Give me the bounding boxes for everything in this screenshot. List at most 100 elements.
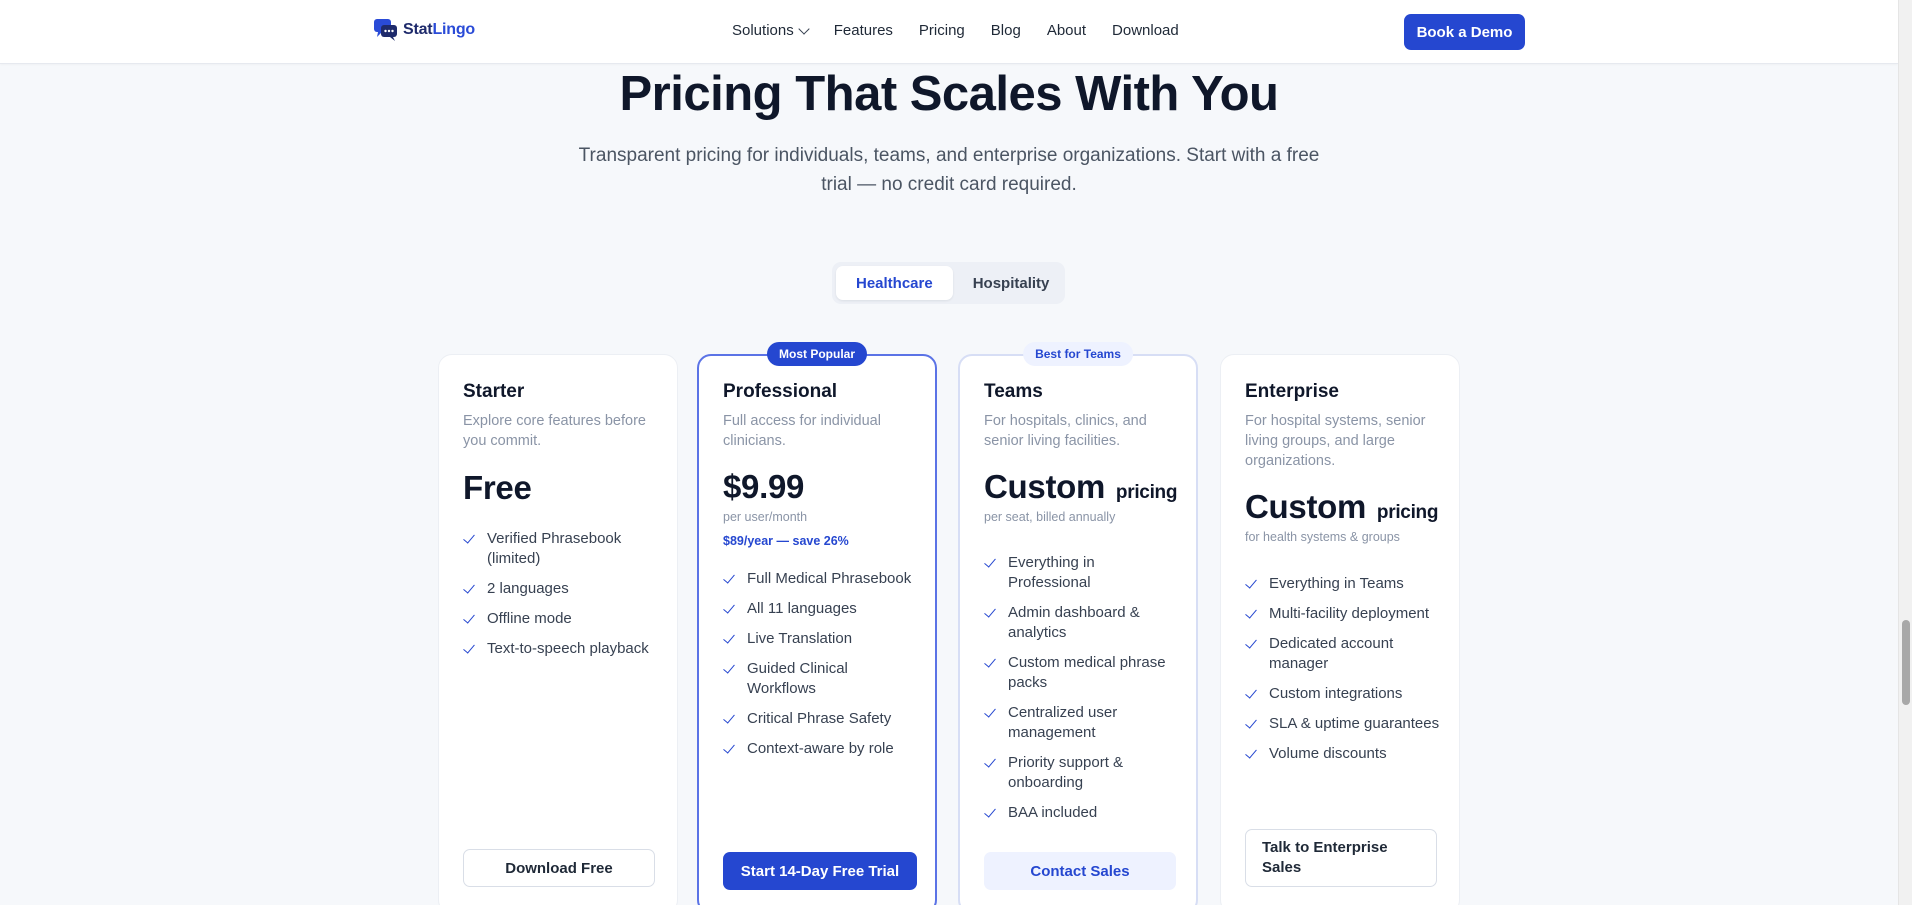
check-icon xyxy=(984,653,998,673)
toggle-healthcare[interactable]: Healthcare xyxy=(836,266,953,300)
plan-description: For hospitals, clinics, and senior livin… xyxy=(984,413,1147,449)
nav-features[interactable]: Features xyxy=(834,22,893,39)
best-for-teams-badge: Best for Teams xyxy=(1023,342,1133,366)
nav-label: Features xyxy=(833,22,893,39)
download-free-button[interactable]: Download Free xyxy=(463,849,655,887)
check-icon xyxy=(984,753,998,773)
page-subtitle: Transparent pricing for individuals, tea… xyxy=(578,145,1320,195)
plan-description: Full access for individual clinicians. xyxy=(723,413,881,449)
check-icon xyxy=(984,803,998,823)
feature-item: Everything in Teams xyxy=(1245,574,1441,594)
nav-label: About xyxy=(1046,22,1087,39)
toggle-hospitality[interactable]: Hospitality xyxy=(953,266,1070,300)
plan-name: Starter xyxy=(463,381,525,402)
plan-price: Custom pricing xyxy=(1245,488,1439,525)
plan-price: Custom pricing xyxy=(984,468,1178,505)
check-icon xyxy=(463,609,477,629)
check-icon xyxy=(463,639,477,659)
page-scrollbar[interactable] xyxy=(1898,0,1912,905)
page-title: Pricing That Scales With You xyxy=(619,67,1279,121)
feature-item: Text-to-speech playback xyxy=(463,639,659,659)
industry-toggle: Healthcare Hospitality xyxy=(832,262,1065,304)
feature-item: Guided Clinical Workflows xyxy=(723,659,917,699)
feature-item: Everything in Professional xyxy=(984,553,1178,593)
check-icon xyxy=(723,709,737,729)
feature-item: Priority support & onboarding xyxy=(984,753,1178,793)
scrollbar-thumb[interactable] xyxy=(1902,620,1910,705)
start-trial-button[interactable]: Start 14-Day Free Trial xyxy=(723,852,917,890)
check-icon xyxy=(723,569,737,589)
annual-savings: $89/year — save 26% xyxy=(723,534,849,548)
feature-item: All 11 languages xyxy=(723,599,917,619)
plan-price: $9.99 xyxy=(723,468,805,505)
check-icon xyxy=(984,603,998,623)
feature-item: BAA included xyxy=(984,803,1178,823)
plan-description: For hospital systems, senior living grou… xyxy=(1245,413,1426,469)
contact-sales-button[interactable]: Contact Sales xyxy=(984,852,1176,890)
feature-item: Verified Phrasebook (limited) xyxy=(463,529,659,569)
feature-list: Everything in Teams Multi-facility deplo… xyxy=(1245,574,1441,774)
feature-item: SLA & uptime guarantees xyxy=(1245,714,1441,734)
feature-item: Offline mode xyxy=(463,609,659,629)
feature-item: Multi-facility deployment xyxy=(1245,604,1441,624)
plan-card-starter: Starter Explore core features before you… xyxy=(438,354,678,905)
check-icon xyxy=(1245,684,1259,704)
plan-description: Explore core features before you commit. xyxy=(463,413,646,449)
nav-pricing[interactable]: Pricing xyxy=(919,22,965,39)
nav-solutions[interactable]: Solutions xyxy=(732,22,810,39)
feature-item: Volume discounts xyxy=(1245,744,1441,764)
check-icon xyxy=(1245,714,1259,734)
check-icon xyxy=(463,579,477,599)
top-navigation-bar: StatLingo Solutions Features Pricing Blo… xyxy=(0,0,1898,64)
main-nav: Solutions Features Pricing Blog About Do… xyxy=(732,22,1179,39)
check-icon xyxy=(723,629,737,649)
check-icon xyxy=(1245,634,1259,654)
plan-card-teams: Best for Teams Teams For hospitals, clin… xyxy=(958,342,1198,905)
check-icon xyxy=(723,599,737,619)
feature-item: Critical Phrase Safety xyxy=(723,709,917,729)
feature-item: Live Translation xyxy=(723,629,917,649)
check-icon xyxy=(463,529,477,549)
feature-list: Everything in Professional Admin dashboa… xyxy=(984,553,1178,833)
check-icon xyxy=(1245,744,1259,764)
logo[interactable]: StatLingo xyxy=(373,18,475,42)
nav-about[interactable]: About xyxy=(1047,22,1086,39)
nav-label: Pricing xyxy=(918,22,965,39)
chevron-down-icon xyxy=(798,22,810,35)
check-icon xyxy=(723,659,737,679)
feature-list: Full Medical Phrasebook All 11 languages… xyxy=(723,569,917,769)
feature-item: Custom integrations xyxy=(1245,684,1441,704)
logo-text: StatLingo xyxy=(403,21,475,38)
nav-label: Solutions xyxy=(732,22,794,39)
nav-download[interactable]: Download xyxy=(1112,22,1179,39)
feature-item: Admin dashboard & analytics xyxy=(984,603,1178,643)
feature-item: Dedicated account manager xyxy=(1245,634,1441,674)
nav-label: Blog xyxy=(990,22,1021,39)
check-icon xyxy=(984,703,998,723)
check-icon xyxy=(1245,604,1259,624)
check-icon xyxy=(723,739,737,759)
check-icon xyxy=(1245,574,1259,594)
nav-blog[interactable]: Blog xyxy=(991,22,1021,39)
book-demo-button[interactable]: Book a Demo xyxy=(1404,14,1525,50)
feature-list: Verified Phrasebook (limited) 2 language… xyxy=(463,529,659,669)
feature-item: 2 languages xyxy=(463,579,659,599)
talk-to-enterprise-sales-button[interactable]: Talk to Enterprise Sales xyxy=(1245,829,1437,887)
plan-card-enterprise: Enterprise For hospital systems, senior … xyxy=(1220,354,1460,905)
price-note: for health systems & groups xyxy=(1245,530,1400,544)
feature-item: Context-aware by role xyxy=(723,739,917,759)
plan-name: Professional xyxy=(723,381,838,402)
feature-item: Centralized user management xyxy=(984,703,1178,743)
nav-label: Download xyxy=(1112,22,1179,39)
price-note: per seat, billed annually xyxy=(984,510,1116,524)
price-note: per user/month xyxy=(723,510,808,524)
chat-bubbles-icon xyxy=(373,18,399,42)
plan-name: Enterprise xyxy=(1245,381,1339,402)
plan-card-professional: Most Popular Professional Full access fo… xyxy=(697,342,937,905)
feature-item: Custom medical phrase packs xyxy=(984,653,1178,693)
most-popular-badge: Most Popular xyxy=(766,342,868,366)
feature-item: Full Medical Phrasebook xyxy=(723,569,917,589)
plan-price: Free xyxy=(463,469,532,506)
plan-name: Teams xyxy=(984,381,1043,402)
check-icon xyxy=(984,553,998,573)
